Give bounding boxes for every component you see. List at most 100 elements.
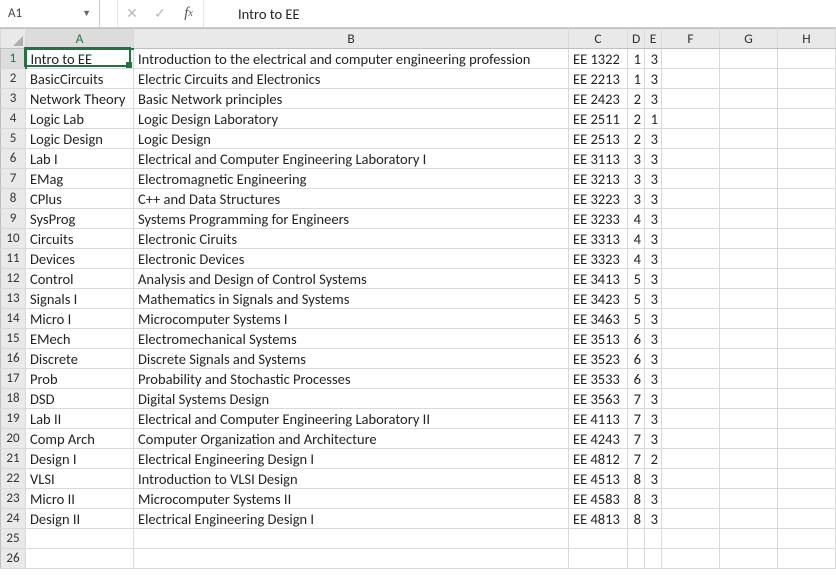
cell-F3[interactable] [662, 89, 720, 109]
cell-H17[interactable] [778, 369, 836, 389]
cell-B16[interactable]: Discrete Signals and Systems [134, 349, 569, 369]
column-header-B[interactable]: B [134, 29, 569, 49]
row-header[interactable]: 19 [1, 409, 26, 429]
cell-B23[interactable]: Microcomputer Systems II [134, 489, 569, 509]
cell-G16[interactable] [720, 349, 778, 369]
column-header-E[interactable]: E [645, 29, 662, 49]
row-header[interactable]: 9 [1, 209, 26, 229]
cell-C16[interactable]: EE 3523 [569, 349, 628, 369]
cell-A25[interactable] [26, 529, 134, 549]
cell-H4[interactable] [778, 109, 836, 129]
row-header[interactable]: 6 [1, 149, 26, 169]
cell-G9[interactable] [720, 209, 778, 229]
cell-C14[interactable]: EE 3463 [569, 309, 628, 329]
cell-G21[interactable] [720, 449, 778, 469]
cell-E18[interactable]: 3 [645, 389, 662, 409]
cell-A23[interactable]: Micro II [26, 489, 134, 509]
cell-C3[interactable]: EE 2423 [569, 89, 628, 109]
column-header-C[interactable]: C [569, 29, 628, 49]
cell-D23[interactable]: 8 [628, 489, 645, 509]
row-header[interactable]: 12 [1, 269, 26, 289]
cell-B7[interactable]: Electromagnetic Engineering [134, 169, 569, 189]
cell-H6[interactable] [778, 149, 836, 169]
cell-E9[interactable]: 3 [645, 209, 662, 229]
cell-F25[interactable] [662, 529, 720, 549]
cell-G19[interactable] [720, 409, 778, 429]
cell-H18[interactable] [778, 389, 836, 409]
cell-E13[interactable]: 3 [645, 289, 662, 309]
cell-D19[interactable]: 7 [628, 409, 645, 429]
cell-G10[interactable] [720, 229, 778, 249]
cell-A19[interactable]: Lab II [26, 409, 134, 429]
cell-A6[interactable]: Lab I [26, 149, 134, 169]
cell-C6[interactable]: EE 3113 [569, 149, 628, 169]
row-header[interactable]: 16 [1, 349, 26, 369]
row-header[interactable]: 15 [1, 329, 26, 349]
cell-D1[interactable]: 1 [628, 49, 645, 69]
cell-A9[interactable]: SysProg [26, 209, 134, 229]
cell-C13[interactable]: EE 3423 [569, 289, 628, 309]
cell-F24[interactable] [662, 509, 720, 529]
cell-G23[interactable] [720, 489, 778, 509]
cell-B20[interactable]: Computer Organization and Architecture [134, 429, 569, 449]
cell-D9[interactable]: 4 [628, 209, 645, 229]
cell-D25[interactable] [628, 529, 645, 549]
cell-D20[interactable]: 7 [628, 429, 645, 449]
cell-C17[interactable]: EE 3533 [569, 369, 628, 389]
row-header[interactable]: 20 [1, 429, 26, 449]
cell-D2[interactable]: 1 [628, 69, 645, 89]
column-header-H[interactable]: H [778, 29, 836, 49]
cell-F6[interactable] [662, 149, 720, 169]
cell-E11[interactable]: 3 [645, 249, 662, 269]
cell-B12[interactable]: Analysis and Design of Control Systems [134, 269, 569, 289]
cell-G8[interactable] [720, 189, 778, 209]
row-header[interactable]: 1 [1, 49, 26, 69]
cell-H2[interactable] [778, 69, 836, 89]
cell-C12[interactable]: EE 3413 [569, 269, 628, 289]
cell-A13[interactable]: Signals I [26, 289, 134, 309]
cell-B5[interactable]: Logic Design [134, 129, 569, 149]
cell-B14[interactable]: Microcomputer Systems I [134, 309, 569, 329]
cell-H12[interactable] [778, 269, 836, 289]
row-header[interactable]: 13 [1, 289, 26, 309]
cell-D16[interactable]: 6 [628, 349, 645, 369]
cell-G17[interactable] [720, 369, 778, 389]
cell-F12[interactable] [662, 269, 720, 289]
cell-B9[interactable]: Systems Programming for Engineers [134, 209, 569, 229]
row-header[interactable]: 5 [1, 129, 26, 149]
cell-D12[interactable]: 5 [628, 269, 645, 289]
cell-H13[interactable] [778, 289, 836, 309]
cell-F11[interactable] [662, 249, 720, 269]
cell-B18[interactable]: Digital Systems Design [134, 389, 569, 409]
cell-D5[interactable]: 2 [628, 129, 645, 149]
cell-A4[interactable]: Logic Lab [26, 109, 134, 129]
cell-H9[interactable] [778, 209, 836, 229]
cell-F16[interactable] [662, 349, 720, 369]
cell-E16[interactable]: 3 [645, 349, 662, 369]
row-header[interactable]: 4 [1, 109, 26, 129]
cell-B3[interactable]: Basic Network principles [134, 89, 569, 109]
cell-H23[interactable] [778, 489, 836, 509]
cell-E3[interactable]: 3 [645, 89, 662, 109]
cell-F26[interactable] [662, 549, 720, 569]
name-box[interactable]: A1 ▼ [0, 0, 100, 27]
cell-G26[interactable] [720, 549, 778, 569]
cell-E26[interactable] [645, 549, 662, 569]
cell-F22[interactable] [662, 469, 720, 489]
cell-C1[interactable]: EE 1322 [569, 49, 628, 69]
cell-A10[interactable]: Circuits [26, 229, 134, 249]
column-header-F[interactable]: F [662, 29, 720, 49]
row-header[interactable]: 26 [1, 549, 26, 569]
cell-G20[interactable] [720, 429, 778, 449]
cell-C22[interactable]: EE 4513 [569, 469, 628, 489]
cell-C21[interactable]: EE 4812 [569, 449, 628, 469]
cell-G25[interactable] [720, 529, 778, 549]
cell-B11[interactable]: Electronic Devices [134, 249, 569, 269]
cell-B19[interactable]: Electrical and Computer Engineering Labo… [134, 409, 569, 429]
cell-H14[interactable] [778, 309, 836, 329]
row-header[interactable]: 10 [1, 229, 26, 249]
cell-F14[interactable] [662, 309, 720, 329]
cell-C5[interactable]: EE 2513 [569, 129, 628, 149]
cell-G22[interactable] [720, 469, 778, 489]
cell-G2[interactable] [720, 69, 778, 89]
